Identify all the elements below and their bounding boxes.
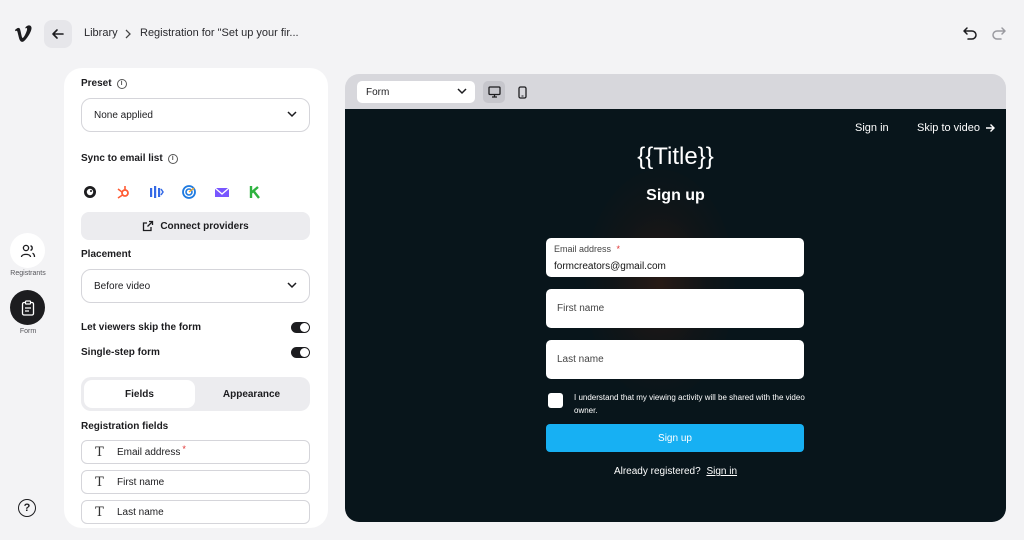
email-field[interactable]: Email address * formcreators@gmail.com — [546, 238, 804, 277]
skip-form-label: Let viewers skip the form — [81, 321, 202, 333]
tab-fields[interactable]: Fields — [84, 380, 195, 408]
preset-label-text: Preset — [81, 78, 112, 89]
breadcrumb-library[interactable]: Library — [84, 27, 118, 39]
required-asterisk: * — [616, 244, 621, 254]
single-step-toggle[interactable] — [291, 346, 310, 358]
top-bar: Library Registration for "Set up your fi… — [0, 0, 1024, 68]
preview-mode-value: Form — [366, 86, 390, 98]
text-type-icon: T — [95, 474, 104, 490]
mobile-view-button[interactable] — [511, 81, 533, 103]
field-last-name-label: Last name — [117, 506, 164, 518]
mobile-icon — [517, 85, 527, 99]
field-first-name[interactable]: T First name — [81, 470, 310, 494]
activecampaign-icon[interactable] — [147, 183, 165, 201]
single-step-row: Single-step form — [81, 345, 310, 359]
vimeo-logo[interactable] — [14, 22, 34, 46]
already-registered-text: Already registered? — [613, 466, 701, 477]
skip-form-toggle[interactable] — [291, 321, 310, 333]
email-field-label: Email address * — [554, 244, 620, 254]
placement-select[interactable]: Before video — [81, 269, 310, 303]
settings-panel: Preset i None applied Sync to email list… — [64, 68, 328, 528]
registration-fields-label: Registration fields — [81, 421, 169, 432]
chevron-down-icon — [287, 282, 297, 289]
already-registered: Already registered? Sign in — [345, 466, 1006, 477]
info-icon[interactable]: i — [167, 153, 178, 164]
form-title: {{Title}} — [637, 143, 714, 170]
arrow-right-icon — [985, 124, 995, 132]
form-preview: Form Sign in Skip to video {{Title}} Sig… — [345, 74, 1006, 522]
consent-checkbox[interactable] — [548, 393, 563, 408]
sync-label-text: Sync to email list — [81, 153, 163, 164]
consent-text: I understand that my viewing activity wi… — [574, 393, 805, 415]
clipboard-icon — [21, 299, 34, 316]
first-name-placeholder: First name — [557, 303, 605, 314]
undo-icon[interactable] — [962, 25, 978, 41]
text-type-icon: T — [95, 504, 104, 520]
info-icon[interactable]: i — [116, 78, 127, 89]
hubspot-icon[interactable] — [114, 183, 132, 201]
provider-icons — [81, 183, 264, 201]
form-subtitle: Sign up — [646, 187, 705, 204]
desktop-view-button[interactable] — [483, 81, 505, 103]
chevron-down-icon — [287, 111, 297, 118]
email-label-text: Email address — [554, 244, 612, 254]
field-email-label: Email address — [117, 446, 181, 458]
top-sign-in-link[interactable]: Sign in — [855, 122, 889, 134]
video-form-overlay: Sign in Skip to video {{Title}} Sign up … — [345, 109, 1006, 522]
placement-value: Before video — [94, 280, 151, 292]
fields-appearance-tabs: Fields Appearance — [81, 377, 310, 411]
last-name-placeholder: Last name — [557, 354, 604, 365]
preset-value: None applied — [94, 109, 153, 121]
email-field-value: formcreators@gmail.com — [554, 261, 666, 272]
skip-form-row: Let viewers skip the form — [81, 320, 310, 334]
preview-mode-select[interactable]: Form — [357, 81, 475, 103]
skip-to-video-link[interactable]: Skip to video — [917, 122, 995, 134]
users-icon — [20, 244, 35, 257]
constant-contact-icon[interactable] — [180, 183, 198, 201]
field-last-name[interactable]: T Last name — [81, 500, 310, 524]
tab-appearance[interactable]: Appearance — [196, 380, 307, 408]
bottom-sign-in-link[interactable]: Sign in — [706, 466, 737, 477]
connect-providers-button[interactable]: Connect providers — [81, 212, 310, 240]
help-icon[interactable]: ? — [18, 499, 36, 517]
desktop-icon — [487, 86, 501, 98]
back-button[interactable] — [44, 20, 72, 48]
last-name-field[interactable]: Last name — [546, 340, 804, 379]
single-step-label: Single-step form — [81, 346, 160, 358]
preview-toolbar: Form — [345, 74, 1006, 109]
first-name-field[interactable]: First name — [546, 289, 804, 328]
arrow-left-icon — [52, 29, 64, 39]
external-link-icon — [143, 220, 154, 232]
campaign-monitor-icon[interactable] — [213, 183, 231, 201]
breadcrumb-current-page: Registration for "Set up your fir... — [140, 27, 299, 39]
redo-icon[interactable] — [991, 25, 1007, 41]
connect-providers-label: Connect providers — [160, 220, 249, 232]
required-asterisk: * — [182, 444, 186, 454]
preset-label: Preset i — [81, 78, 127, 89]
field-email-address[interactable]: T Email address * — [81, 440, 310, 464]
chevron-right-icon — [125, 29, 131, 39]
rail-form-label: Form — [19, 328, 37, 335]
placement-label: Placement — [81, 249, 132, 260]
klaviyo-icon[interactable] — [246, 183, 264, 201]
rail-registrants-label: Registrants — [10, 270, 46, 277]
sign-up-button[interactable]: Sign up — [546, 424, 804, 452]
mailchimp-icon[interactable] — [81, 183, 99, 201]
field-first-name-label: First name — [117, 476, 165, 488]
rail-registrants-button[interactable] — [10, 233, 45, 268]
sync-label: Sync to email list i — [81, 153, 178, 164]
preset-select[interactable]: None applied — [81, 98, 310, 132]
skip-to-video-label: Skip to video — [917, 122, 980, 134]
text-type-icon: T — [95, 444, 104, 460]
chevron-down-icon — [457, 88, 467, 95]
rail-form-button[interactable] — [10, 290, 45, 325]
